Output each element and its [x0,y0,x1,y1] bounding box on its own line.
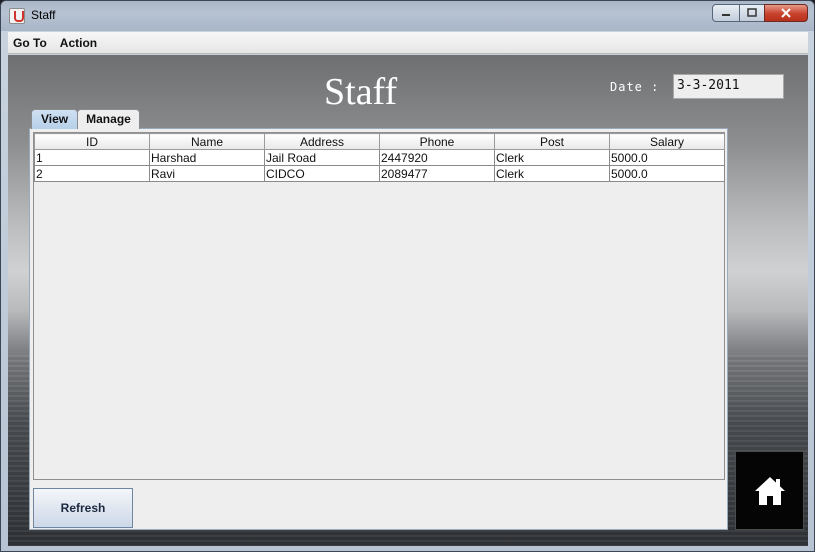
minimize-button[interactable] [712,4,740,22]
home-button[interactable] [735,451,804,530]
content-area: Staff Date : 3-3-2011 View Manage ID Nam… [8,55,808,546]
table-cell[interactable]: 2 [34,165,150,182]
menu-action[interactable]: Action [60,36,97,50]
column-header-phone[interactable]: Phone [379,133,495,150]
java-app-icon [9,8,25,24]
page-title: Staff [324,71,398,113]
table-cell[interactable]: Clerk [494,149,610,166]
column-header-id[interactable]: ID [34,133,150,150]
table-row[interactable]: 1 Harshad Jail Road 2447920 Clerk 5000.0 [34,149,725,166]
table-cell[interactable]: Harshad [149,149,265,166]
table-cell[interactable]: Jail Road [264,149,380,166]
close-icon [781,8,791,18]
column-header-salary[interactable]: Salary [609,133,725,150]
tab-bar: View Manage [31,109,140,129]
window-title: Staff [31,8,56,22]
table-cell[interactable]: 5000.0 [609,165,725,182]
maximize-button[interactable] [739,4,765,22]
table-cell[interactable]: Ravi [149,165,265,182]
view-panel: ID Name Address Phone Post Salary 1 Hars… [29,128,728,530]
tab-view[interactable]: View [31,109,79,129]
table-cell[interactable]: 1 [34,149,150,166]
table-header-row: ID Name Address Phone Post Salary [34,133,725,150]
staff-table-scrollpane[interactable]: ID Name Address Phone Post Salary 1 Hars… [33,132,725,480]
tab-manage[interactable]: Manage [77,109,140,129]
column-header-name[interactable]: Name [149,133,265,150]
window-controls [712,4,808,22]
table-cell[interactable]: 2089477 [379,165,495,182]
app-window: Staff Go To Action Staff Date : 3-3-2011… [0,0,815,552]
close-button[interactable] [764,4,808,22]
staff-table: ID Name Address Phone Post Salary 1 Hars… [34,133,725,182]
menu-bar: Go To Action [8,32,808,54]
refresh-button[interactable]: Refresh [33,488,133,528]
title-bar[interactable]: Staff [1,1,814,31]
table-cell[interactable]: Clerk [494,165,610,182]
column-header-address[interactable]: Address [264,133,380,150]
table-cell[interactable]: CIDCO [264,165,380,182]
column-header-post[interactable]: Post [494,133,610,150]
table-cell[interactable]: 5000.0 [609,149,725,166]
table-row[interactable]: 2 Ravi CIDCO 2089477 Clerk 5000.0 [34,165,725,182]
home-icon [754,476,785,505]
table-cell[interactable]: 2447920 [379,149,495,166]
maximize-icon [747,8,757,17]
menu-go-to[interactable]: Go To [13,36,47,50]
minimize-icon [722,14,730,16]
date-field[interactable]: 3-3-2011 [673,74,784,99]
date-label: Date : [610,80,660,94]
